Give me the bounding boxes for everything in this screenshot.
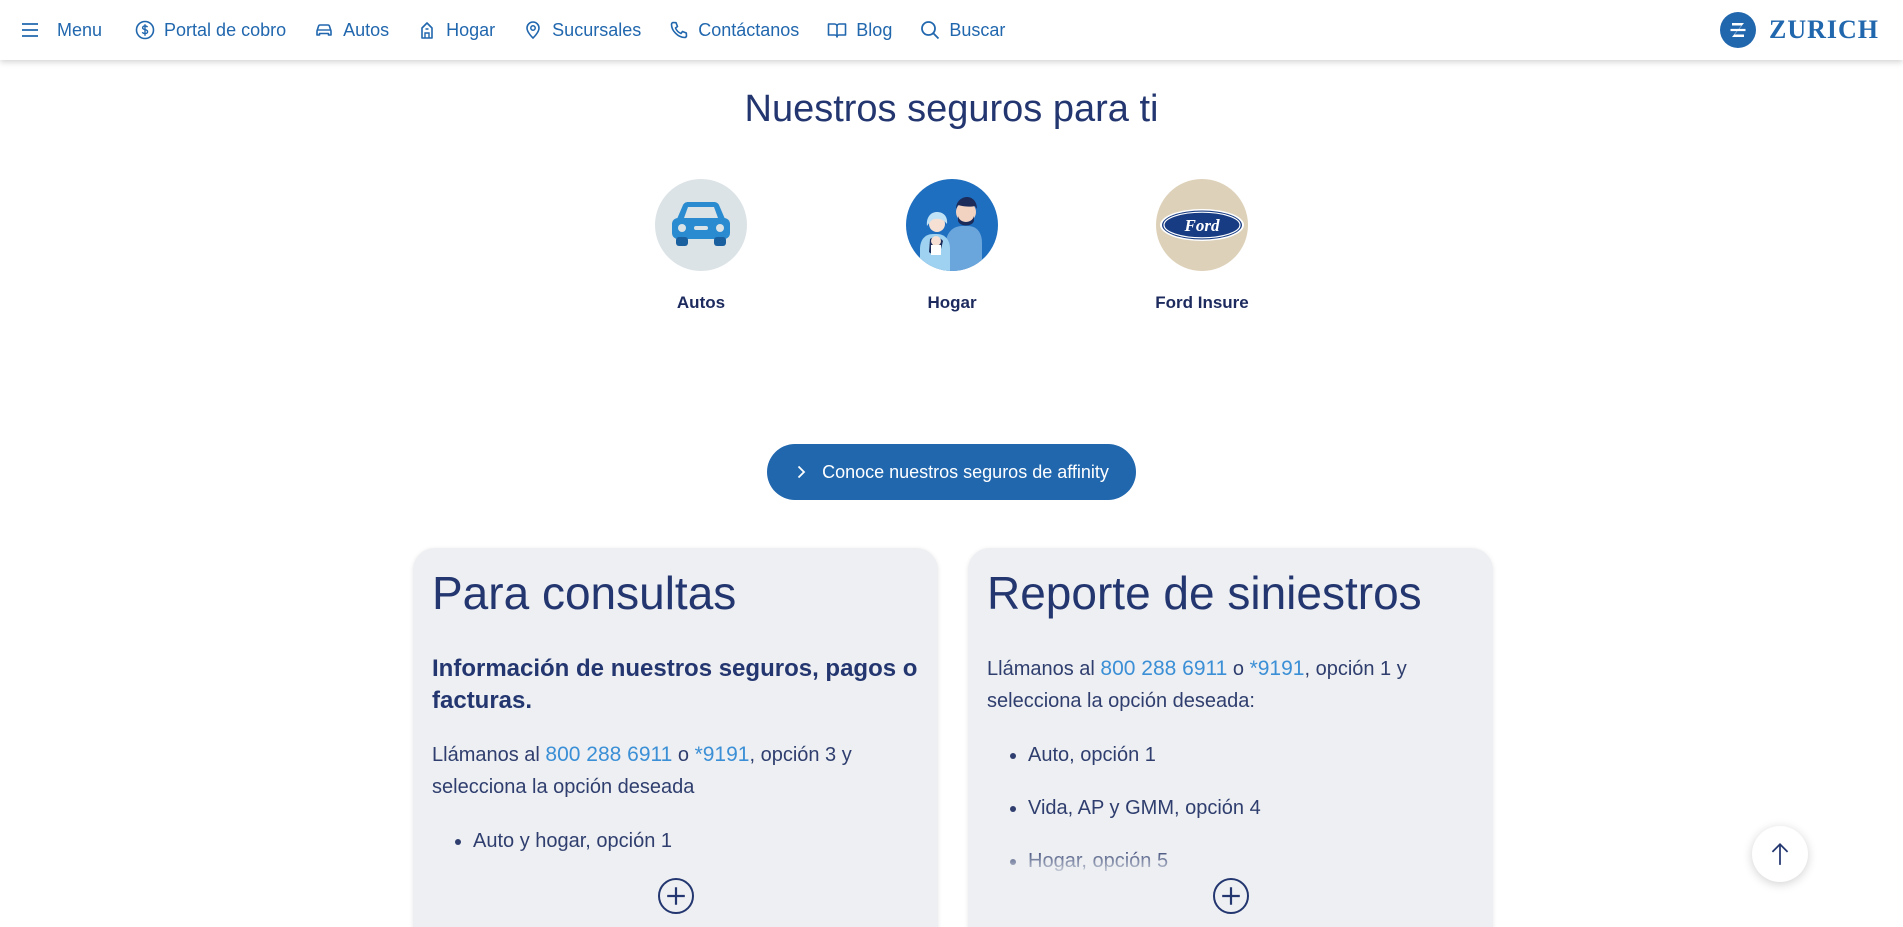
top-navigation: Menu Portal de cobro Autos Hogar Sucursa… — [0, 0, 1903, 60]
logo-text: ZURICH — [1768, 15, 1879, 44]
nav-label: Hogar — [446, 19, 496, 40]
consultas-subtitle: Información de nuestros seguros, pagos o… — [432, 654, 918, 714]
product-autos[interactable]: Autos — [621, 179, 781, 313]
nav-sucursales[interactable]: Sucursales — [523, 0, 641, 60]
svg-text:Ford: Ford — [1184, 216, 1220, 235]
nav-hogar[interactable]: Hogar — [417, 0, 495, 60]
product-label: Ford Insure — [1155, 293, 1249, 312]
nav-buscar[interactable]: Buscar — [920, 0, 1005, 60]
consultas-title: Para consultas — [432, 567, 737, 619]
phone-link-9191[interactable]: *9191 — [1250, 657, 1305, 680]
text-fragment: Llámanos al — [432, 743, 546, 766]
nav-label: Autos — [343, 19, 390, 40]
car-icon — [316, 24, 332, 36]
section-title: Nuestros seguros para ti — [744, 88, 1159, 130]
nav-contactanos[interactable]: Contáctanos — [669, 0, 799, 60]
affinity-insurance-button[interactable]: Conoce nuestros seguros de affinity — [767, 444, 1136, 500]
nav-portal-de-cobro[interactable]: Portal de cobro — [135, 0, 286, 60]
menu-button[interactable]: Menu — [20, 0, 102, 60]
consultas-text: Llámanos al 800 288 6911 o *9191, opción… — [432, 739, 919, 803]
phone-link-9191[interactable]: *9191 — [695, 743, 750, 766]
location-pin-icon — [526, 21, 540, 40]
nav-label: Sucursales — [552, 19, 642, 40]
nav-label: Blog — [856, 19, 893, 40]
family-illustration-icon — [906, 179, 998, 271]
car-illustration-icon — [655, 179, 747, 271]
nav-blog[interactable]: Blog — [827, 0, 892, 60]
nav-label: Contáctanos — [698, 19, 800, 40]
nav-label: Portal de cobro — [164, 19, 287, 40]
siniestros-card: Reporte de siniestros Llámanos al 800 28… — [968, 548, 1493, 927]
siniestros-text: Llámanos al 800 288 6911 o *9191, opción… — [987, 653, 1474, 717]
text-fragment: o — [1227, 657, 1250, 680]
zurich-logo[interactable]: ZURICH — [1719, 12, 1879, 48]
list-item: Vida, AP y GMM, opción 4 — [1028, 782, 1474, 835]
card-fade — [413, 848, 938, 878]
dollar-circle-icon — [135, 20, 155, 40]
chevron-right-icon — [797, 465, 806, 479]
product-hogar[interactable]: Hogar — [872, 179, 1032, 313]
phone-link-800[interactable]: 800 288 6911 — [545, 743, 672, 766]
plus-icon — [666, 887, 685, 905]
house-icon — [421, 22, 433, 39]
back-to-top-button[interactable] — [1752, 826, 1808, 882]
zurich-z-icon — [1719, 12, 1756, 48]
menu-label: Menu — [57, 19, 103, 40]
expand-consultas-button[interactable] — [657, 878, 694, 914]
consultas-card: Para consultas Información de nuestros s… — [413, 548, 938, 927]
phone-link-800[interactable]: 800 288 6911 — [1100, 657, 1227, 680]
book-icon — [827, 23, 847, 38]
ford-logo-icon: Ford — [1156, 179, 1248, 271]
plus-icon — [1221, 887, 1240, 905]
nav-autos[interactable]: Autos — [314, 0, 389, 60]
product-ford-insure[interactable]: Ford Ford Insure — [1122, 179, 1282, 313]
nav-label: Buscar — [949, 19, 1006, 40]
text-fragment: o — [672, 743, 695, 766]
product-label: Autos — [676, 293, 726, 312]
product-label: Hogar — [927, 293, 977, 312]
search-icon — [921, 21, 940, 40]
card-fade — [968, 848, 1493, 878]
arrow-up-icon — [1771, 843, 1789, 865]
list-item: Auto, opción 1 — [1028, 729, 1474, 782]
affinity-button-label: Conoce nuestros seguros de affinity — [822, 461, 1109, 482]
phone-icon — [670, 21, 688, 39]
text-fragment: Llámanos al — [987, 657, 1101, 680]
siniestros-title: Reporte de siniestros — [987, 567, 1422, 619]
hamburger-icon — [22, 23, 38, 37]
expand-siniestros-button[interactable] — [1212, 878, 1249, 914]
